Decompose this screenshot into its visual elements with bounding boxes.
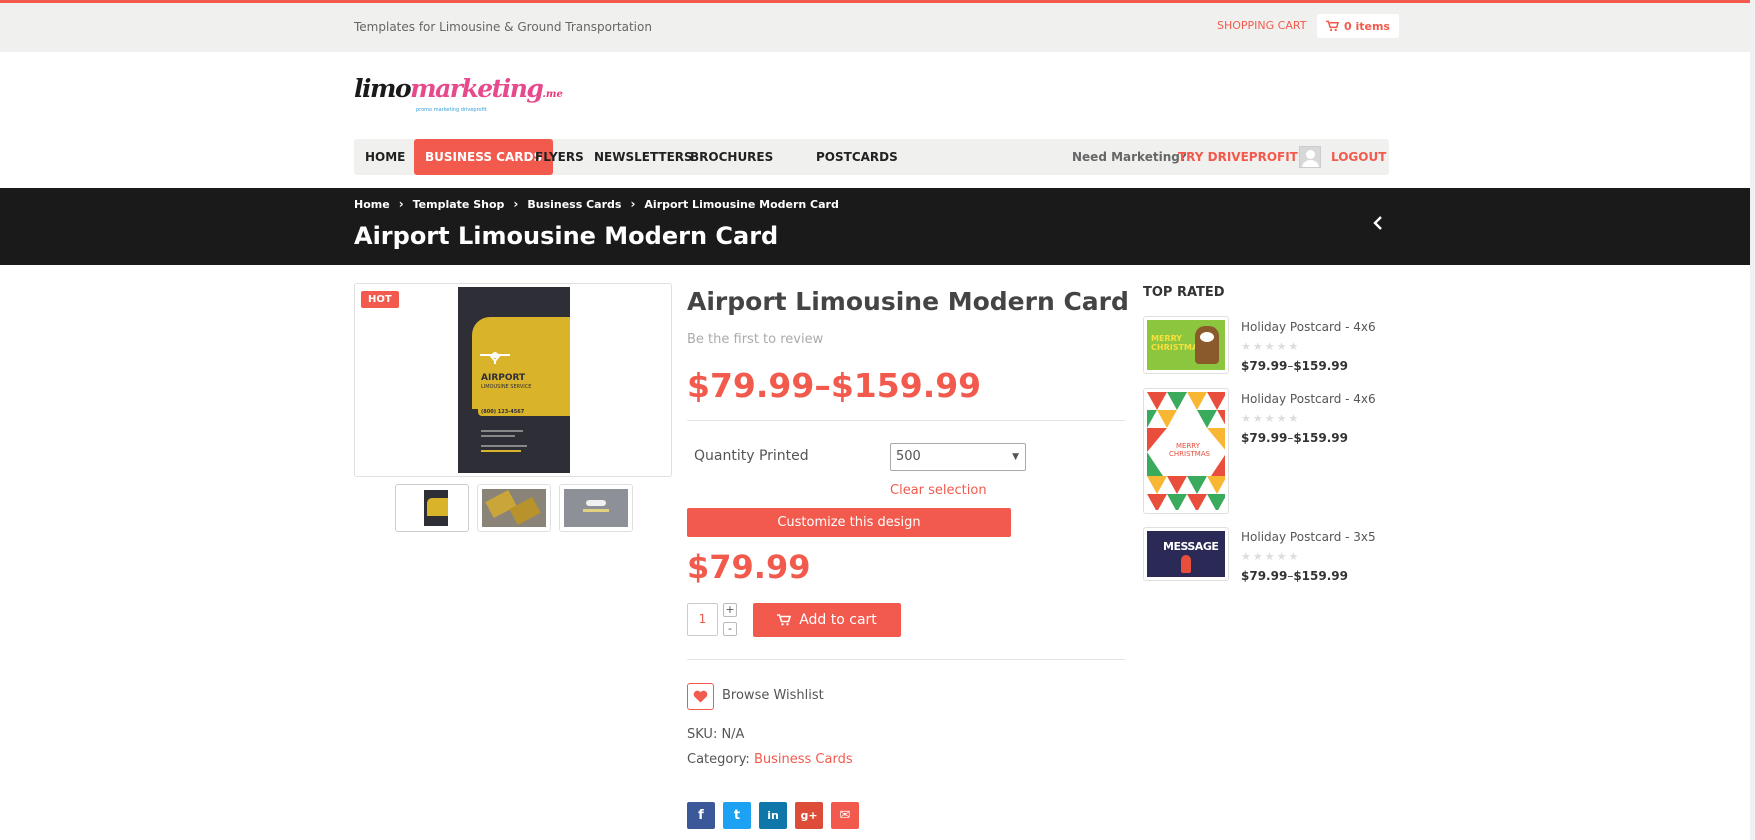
top-rated-thumbnail[interactable]: MERRY CHRISTMAS	[1143, 316, 1229, 374]
shopping-cart-link[interactable]: SHOPPING CART	[1217, 19, 1306, 32]
chevron-right-icon: ›	[630, 197, 636, 211]
browse-wishlist-link[interactable]: Browse Wishlist	[722, 688, 824, 703]
card-title: AIRPORT	[481, 373, 526, 383]
review-link[interactable]: Be the first to review	[687, 332, 823, 347]
divider	[687, 420, 1125, 421]
airplane-icon	[480, 352, 510, 364]
linkedin-icon[interactable]: in	[759, 802, 787, 829]
logout-link[interactable]: LOGOUT	[1331, 139, 1386, 175]
cart-icon	[1326, 20, 1339, 32]
top-rated-item-name[interactable]: Holiday Postcard - 3x5	[1241, 530, 1376, 544]
cart-icon	[777, 614, 792, 626]
heart-icon[interactable]	[687, 683, 714, 710]
quantity-label: Quantity Printed	[694, 448, 809, 464]
customize-design-button[interactable]: Customize this design	[687, 508, 1011, 537]
site-logo[interactable]: limomarketing.me promo marketing drivepr…	[354, 72, 563, 118]
top-rated-item-price: $79.99–$159.99	[1241, 431, 1348, 445]
chevron-right-icon: ›	[398, 197, 404, 211]
business-card-preview: AIRPORT LIMOUSINE SERVICE (800) 123-4567	[458, 287, 570, 473]
page-header-banner: Home › Template Shop › Business Cards › …	[0, 188, 1750, 265]
top-rated-item-price: $79.99–$159.99	[1241, 569, 1348, 583]
breadcrumb-business-cards[interactable]: Business Cards	[527, 198, 621, 211]
top-rated-item-price: $79.99–$159.99	[1241, 359, 1348, 373]
rating-stars: ★★★★★	[1241, 412, 1301, 425]
product-thumbnail[interactable]	[559, 484, 633, 532]
nav-postcards[interactable]: POSTCARDS	[805, 139, 909, 175]
chevron-right-icon: ›	[513, 197, 519, 211]
product-thumbnail[interactable]	[477, 484, 551, 532]
price-range: $79.99–$159.99	[687, 366, 982, 405]
divider	[687, 659, 1125, 660]
sku-text: SKU: N/A	[687, 727, 745, 742]
facebook-icon[interactable]: f	[687, 802, 715, 829]
scrollbar-track[interactable]	[1750, 0, 1755, 840]
variation-price: $79.99	[687, 548, 811, 586]
main-navigation: HOME BUSINESS CARDS FLYERS NEWSLETTERS B…	[354, 139, 1389, 175]
add-to-cart-label: Add to cart	[799, 612, 877, 628]
breadcrumb-template-shop[interactable]: Template Shop	[413, 198, 505, 211]
product-main-image[interactable]: HOT AIRPORT LIMOUSINE SERVICE (800) 123-…	[354, 283, 672, 477]
chevron-down-icon: ▼	[1012, 452, 1019, 462]
hot-badge: HOT	[361, 291, 399, 308]
twitter-icon[interactable]: t	[723, 802, 751, 829]
product-thumbnail[interactable]	[395, 484, 469, 532]
top-bar: Templates for Limousine & Ground Transpo…	[0, 0, 1750, 52]
page-title: Airport Limousine Modern Card	[354, 222, 779, 250]
top-rated-item-name[interactable]: Holiday Postcard - 4x6	[1241, 320, 1376, 334]
rating-stars: ★★★★★	[1241, 340, 1301, 353]
breadcrumb: Home › Template Shop › Business Cards › …	[354, 197, 839, 211]
logo-wordmark: limomarketing.me	[354, 74, 563, 103]
chevron-left-icon[interactable]	[1372, 216, 1384, 230]
top-rated-heading: TOP RATED	[1143, 285, 1225, 300]
clear-selection-link[interactable]: Clear selection	[890, 483, 987, 498]
card-subtitle: LIMOUSINE SERVICE	[481, 384, 532, 390]
email-icon[interactable]: ✉	[831, 802, 859, 829]
top-rated-item-name[interactable]: Holiday Postcard - 4x6	[1241, 392, 1376, 406]
top-rated-thumbnail[interactable]: MERRY CHRISTMAS	[1143, 388, 1229, 514]
logo-subtext: promo marketing driveprofit	[416, 107, 487, 113]
quantity-select[interactable]: 500 ▼	[890, 443, 1026, 471]
nav-brochures[interactable]: BROCHURES	[679, 139, 784, 175]
breadcrumb-home[interactable]: Home	[354, 198, 390, 211]
need-marketing-text: Need Marketing?	[1072, 150, 1187, 164]
add-to-cart-button[interactable]: Add to cart	[753, 603, 901, 637]
product-title: Airport Limousine Modern Card	[687, 287, 1129, 316]
quantity-input[interactable]: 1	[687, 603, 718, 636]
quantity-increase-button[interactable]: +	[723, 603, 737, 617]
try-driveprofit-link[interactable]: TRY DRIVEPROFIT	[1178, 139, 1298, 175]
cart-count: 0 items	[1344, 19, 1390, 33]
user-avatar-icon[interactable]	[1299, 146, 1321, 168]
card-phone: (800) 123-4567	[481, 409, 525, 415]
breadcrumb-current: Airport Limousine Modern Card	[644, 197, 839, 211]
nav-home[interactable]: HOME	[354, 139, 416, 175]
rating-stars: ★★★★★	[1241, 550, 1301, 563]
cart-items-button[interactable]: 0 items	[1317, 14, 1399, 38]
category-text: Category: Business Cards	[687, 752, 853, 767]
category-link[interactable]: Business Cards	[754, 752, 853, 767]
google-plus-icon[interactable]: g+	[795, 802, 823, 829]
quantity-decrease-button[interactable]: -	[723, 622, 737, 636]
top-rated-thumbnail[interactable]: MESSAGE	[1143, 527, 1229, 581]
site-tagline: Templates for Limousine & Ground Transpo…	[354, 20, 652, 34]
